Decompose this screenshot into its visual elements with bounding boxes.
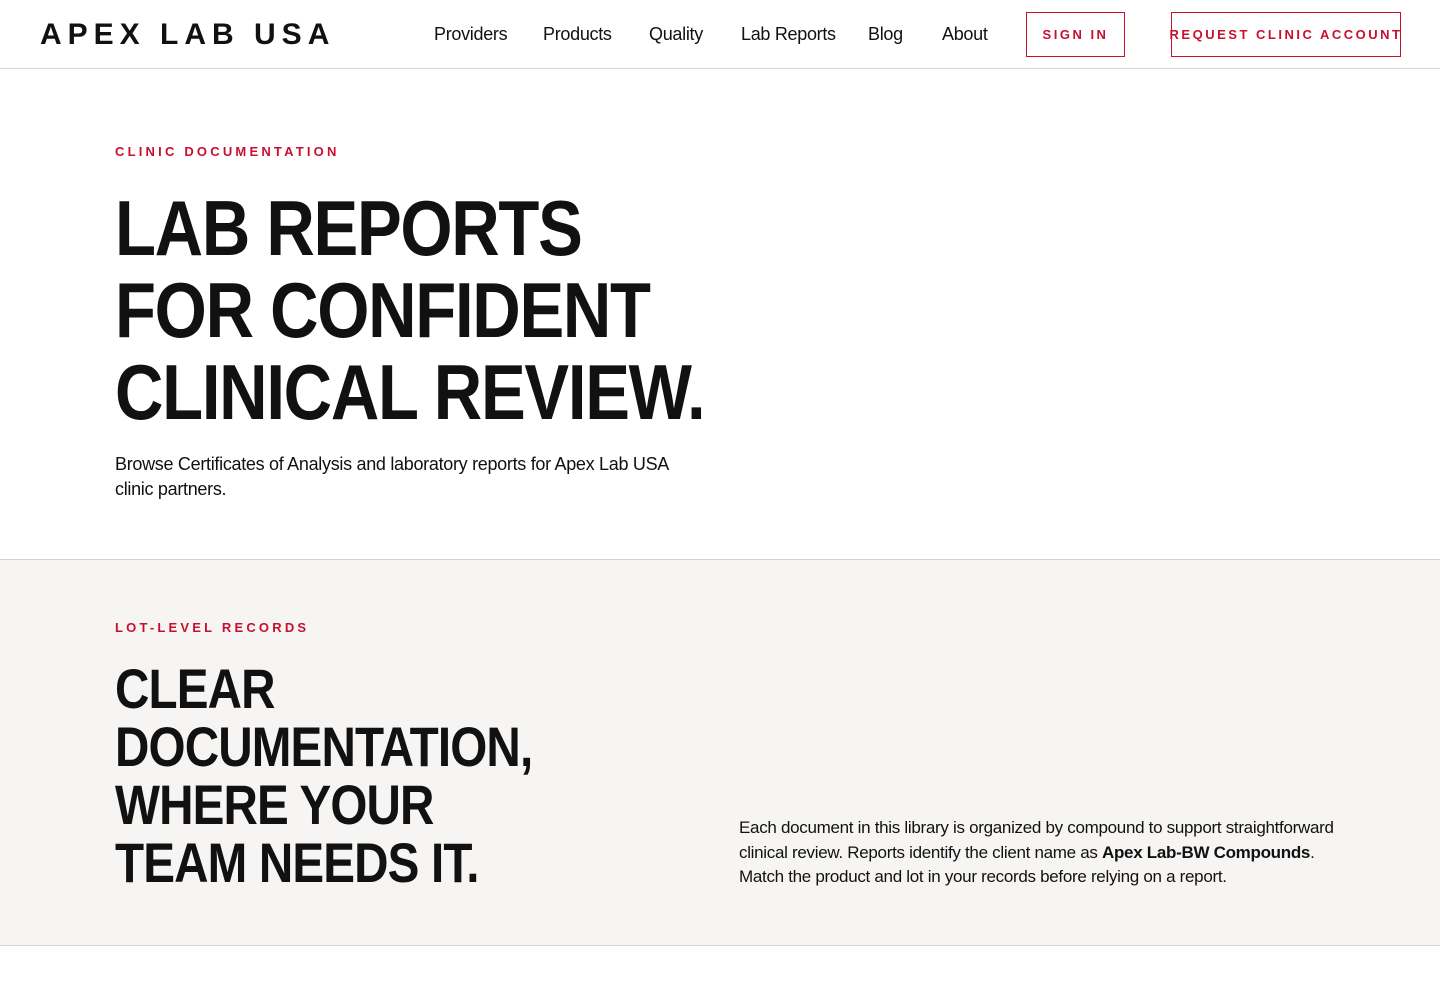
nav-providers[interactable]: Providers — [434, 22, 508, 46]
hero-subtitle: Browse Certificates of Analysis and labo… — [115, 454, 668, 499]
hero-section: CLINIC DOCUMENTATION LAB REPORTS FOR CON… — [0, 69, 1440, 559]
site-header: APEX LAB USA Providers Products Quality … — [0, 0, 1440, 69]
main-nav: Providers Products Quality Lab Reports B… — [0, 0, 1440, 68]
records-title: CLEAR DOCUMENTATION, WHERE YOUR TEAM NEE… — [115, 660, 557, 892]
records-body: Each document in this library is organiz… — [739, 816, 1339, 890]
hero-title-line: FOR CONFIDENT — [115, 266, 651, 354]
records-title-line: WHERE YOUR — [115, 773, 434, 836]
sign-in-button[interactable]: SIGN IN — [1026, 12, 1125, 57]
hero-title-line: LAB REPORTS — [115, 184, 583, 272]
lot-level-records-section: LOT-LEVEL RECORDS CLEAR DOCUMENTATION, W… — [0, 559, 1440, 946]
hero-eyebrow: CLINIC DOCUMENTATION — [115, 144, 340, 159]
nav-about[interactable]: About — [942, 22, 988, 46]
hero-title: LAB REPORTS FOR CONFIDENT CLINICAL REVIE… — [115, 187, 717, 433]
records-title-line: TEAM NEEDS IT. — [115, 831, 480, 894]
nav-lab-reports[interactable]: Lab Reports — [741, 22, 836, 46]
client-name: Apex Lab-BW Compounds — [1102, 842, 1311, 862]
records-title-line: DOCUMENTATION, — [115, 715, 533, 778]
request-clinic-account-button[interactable]: REQUEST CLINIC ACCOUNT — [1170, 12, 1401, 57]
records-title-line: CLEAR — [115, 657, 276, 720]
hero-title-line: CLINICAL REVIEW. — [115, 348, 706, 436]
nav-blog[interactable]: Blog — [868, 22, 903, 46]
nav-quality[interactable]: Quality — [649, 22, 703, 46]
records-eyebrow: LOT-LEVEL RECORDS — [115, 620, 310, 635]
nav-products[interactable]: Products — [543, 22, 612, 46]
